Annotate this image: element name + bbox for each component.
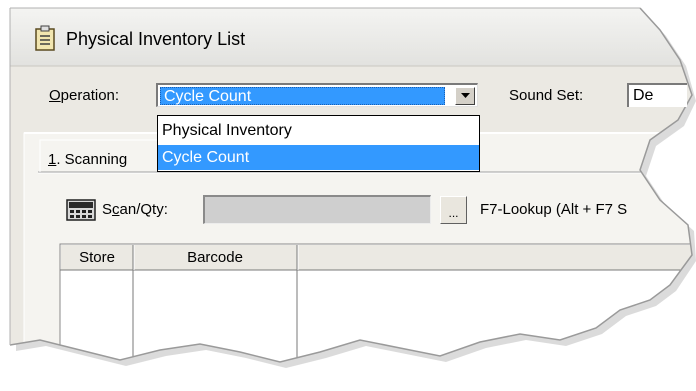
operation-label: Operation: xyxy=(49,87,119,104)
sound-set-value: De xyxy=(633,87,654,104)
column-header-store[interactable]: Store xyxy=(62,247,132,269)
column-header-barcode[interactable]: Barcode xyxy=(135,247,295,269)
scan-label-first: S xyxy=(102,201,113,218)
scan-label-rest: an/Qty: xyxy=(119,201,168,218)
dropdown-arrow-button[interactable] xyxy=(455,87,475,105)
operation-label-mnemonic: O xyxy=(49,87,61,104)
tab-scanning-label: . Scanning xyxy=(56,151,128,168)
tab-scanning[interactable]: 1. Scanning xyxy=(48,151,127,168)
lookup-hint: F7-Lookup (Alt + F7 S xyxy=(480,201,628,218)
clipboard-icon xyxy=(34,25,56,51)
chevron-down-icon xyxy=(461,93,470,98)
operation-dropdown-list: Physical Inventory Cycle Count xyxy=(157,115,480,172)
scan-qty-label: Scan/Qty: xyxy=(102,201,168,218)
sound-set-label: Sound Set: xyxy=(509,87,584,104)
dropdown-option-physical-inventory[interactable]: Physical Inventory xyxy=(158,118,479,143)
dropdown-option-cycle-count[interactable]: Cycle Count xyxy=(158,145,479,170)
scan-qty-input[interactable] xyxy=(203,195,431,224)
sound-set-select[interactable]: De xyxy=(627,83,687,107)
scan-label-mnemonic: c xyxy=(112,201,120,218)
operation-select[interactable]: Cycle Count xyxy=(156,83,478,107)
barcode-scanner-icon xyxy=(66,199,96,221)
operation-selected-value: Cycle Count xyxy=(160,87,445,105)
window-title: Physical Inventory List xyxy=(66,29,246,49)
lookup-button[interactable]: ... xyxy=(440,196,467,224)
operation-label-rest: peration: xyxy=(60,87,120,104)
